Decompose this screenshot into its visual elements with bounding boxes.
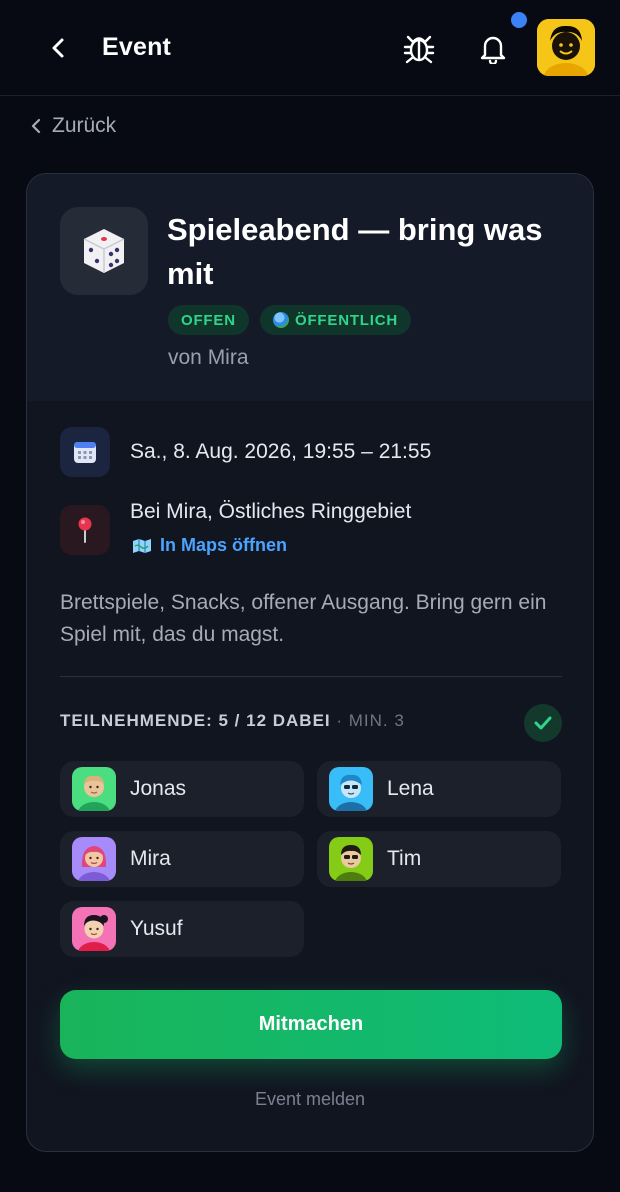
participant-name: Jonas xyxy=(130,777,187,800)
event-date: Sa., 8. Aug. 2026, 19:55 – 21:55 xyxy=(130,440,432,463)
visibility-badge: ÖFFENTLICH xyxy=(260,305,411,335)
participants-count: TEILNEHMENDE: 5 / 12 DABEI xyxy=(60,711,331,730)
top-bar: Event xyxy=(0,0,620,96)
bug-icon xyxy=(403,35,435,64)
open-in-maps-link[interactable]: In Maps öffnen xyxy=(132,535,287,556)
avatar xyxy=(72,907,116,951)
avatar xyxy=(329,767,373,811)
globe-icon xyxy=(273,312,289,328)
bug-report-button[interactable] xyxy=(399,28,439,68)
report-event-link[interactable]: Event melden xyxy=(27,1089,593,1110)
map-icon xyxy=(133,538,151,553)
bell-icon xyxy=(480,36,506,64)
event-card: Spieleabend — bring was mit OFFEN ÖFFENT… xyxy=(26,173,594,1152)
back-link-label: Zurück xyxy=(52,114,117,137)
status-badge-label: OFFEN xyxy=(181,311,236,329)
event-description: Brettspiele, Snacks, offener Ausgang. Br… xyxy=(60,591,547,646)
avatar xyxy=(329,837,373,881)
back-link[interactable]: Zurück xyxy=(30,110,116,142)
status-badge: OFFEN xyxy=(168,305,249,335)
participant-chip-mira[interactable]: Mira xyxy=(60,831,304,887)
notification-dot xyxy=(511,12,527,28)
chevron-left-icon xyxy=(52,38,64,58)
avatar xyxy=(72,837,116,881)
participant-name: Lena xyxy=(387,777,434,800)
divider xyxy=(60,676,562,677)
person-avatar-icon xyxy=(72,907,116,951)
participant-name: Mira xyxy=(130,847,171,870)
participant-chip-jonas[interactable]: Jonas xyxy=(60,761,304,817)
event-title: Spieleabend — bring was mit xyxy=(167,212,543,291)
open-in-maps-label: In Maps öffnen xyxy=(160,535,287,555)
participants-heading: TEILNEHMENDE: 5 / 12 DABEI · MIN. 3 xyxy=(60,711,405,731)
location-icon-tile xyxy=(60,505,110,555)
user-avatar[interactable] xyxy=(537,19,595,76)
visibility-badge-label: ÖFFENTLICH xyxy=(295,311,398,329)
back-button[interactable] xyxy=(40,30,76,66)
calendar-icon-tile xyxy=(60,427,110,477)
event-location: Bei Mira, Östliches Ringgebiet xyxy=(130,500,412,523)
participant-name: Yusuf xyxy=(130,917,183,940)
calendar-icon xyxy=(74,442,96,463)
event-icon xyxy=(60,207,148,295)
participant-chip-yusuf[interactable]: Yusuf xyxy=(60,901,304,957)
join-button[interactable]: Mitmachen xyxy=(60,990,562,1059)
person-avatar-icon xyxy=(72,767,116,811)
participant-chip-tim[interactable]: Tim xyxy=(317,831,561,887)
participants-minimum: · MIN. 3 xyxy=(330,711,405,730)
minimum-reached-badge xyxy=(524,704,562,742)
checkmark-icon xyxy=(534,716,552,730)
avatar-icon xyxy=(537,19,595,76)
chevron-left-icon xyxy=(31,118,41,134)
person-avatar-icon xyxy=(329,767,373,811)
participant-chip-lena[interactable]: Lena xyxy=(317,761,561,817)
person-avatar-icon xyxy=(72,837,116,881)
notifications-button[interactable] xyxy=(473,28,513,68)
participant-name: Tim xyxy=(387,847,422,870)
dice-icon xyxy=(83,229,125,273)
pushpin-icon xyxy=(78,517,92,543)
person-avatar-icon xyxy=(329,837,373,881)
event-author: von Mira xyxy=(168,346,249,369)
page-title: Event xyxy=(102,33,172,61)
avatar xyxy=(72,767,116,811)
